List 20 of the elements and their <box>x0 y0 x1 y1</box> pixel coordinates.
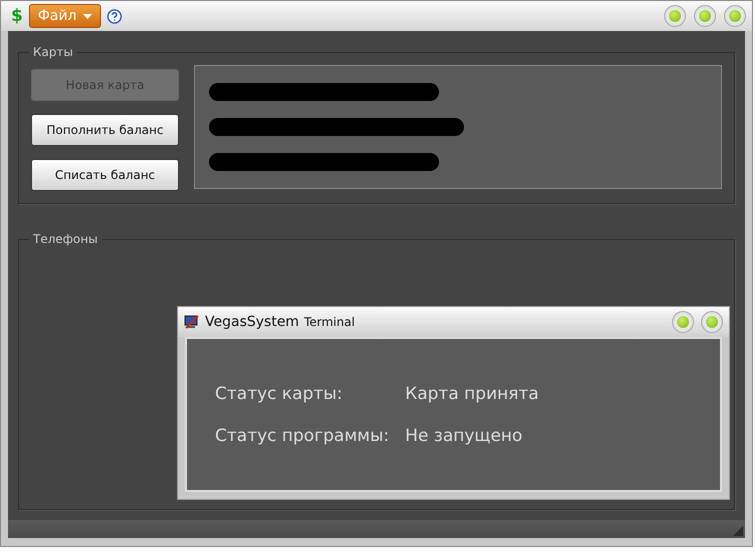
group-title: Телефоны <box>32 232 99 246</box>
window-control-button[interactable] <box>724 5 746 27</box>
caret-icon <box>82 14 92 18</box>
window-subtitle: Terminal <box>304 315 355 329</box>
status-value: Карта принята <box>405 384 540 404</box>
card-action-button[interactable]: Списать баланс <box>31 159 179 191</box>
window-control-button[interactable] <box>672 311 694 333</box>
resize-grip-icon[interactable] <box>733 526 743 536</box>
window-control-button[interactable] <box>664 5 686 27</box>
window-control-button[interactable] <box>694 5 716 27</box>
dollar-icon: $ <box>11 6 23 26</box>
window-control-button[interactable] <box>701 311 723 333</box>
window-title: VegasSystem <box>205 314 300 330</box>
status-label: Статус программы: <box>215 426 390 446</box>
card-action-button[interactable]: Пополнить баланс <box>31 114 179 146</box>
status-label: Статус карты: <box>215 384 344 404</box>
terminal-app-icon <box>184 314 200 330</box>
help-icon[interactable] <box>106 8 122 24</box>
group-title: Карты <box>32 45 74 59</box>
status-value: Не запущено <box>405 426 524 446</box>
